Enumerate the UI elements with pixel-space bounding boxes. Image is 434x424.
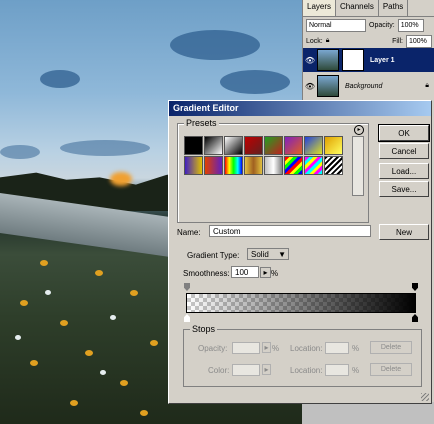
new-button[interactable]: New	[379, 224, 429, 240]
delete-opacity-stop-button[interactable]: Delete	[370, 341, 412, 354]
presets-scrollbar[interactable]	[352, 136, 364, 196]
name-label: Name:	[177, 228, 201, 237]
gradient-preview-bar[interactable]	[186, 293, 416, 313]
load-button[interactable]: Load...	[379, 163, 429, 179]
layer-name: Layer 1	[370, 56, 395, 64]
opacity-label: Opacity:	[369, 21, 395, 29]
tab-layers[interactable]: Layers	[303, 0, 337, 16]
lock-icon[interactable]: 🔒︎	[326, 37, 330, 45]
preset-swatch[interactable]	[224, 156, 243, 175]
smoothness-unit: %	[271, 269, 279, 278]
stop-opacity-arrow-icon[interactable]: ▸	[262, 342, 271, 353]
color-stop-left[interactable]	[184, 314, 190, 322]
stop-color-label: Color:	[208, 366, 230, 375]
preset-swatch[interactable]	[204, 156, 223, 175]
preset-swatch[interactable]	[244, 136, 263, 155]
fill-label: Fill:	[392, 37, 403, 45]
stop-opacity-label: Opacity:	[198, 344, 228, 353]
preset-swatch[interactable]	[184, 136, 203, 155]
layer-thumbnail	[317, 75, 339, 97]
gradient-editor-dialog: Gradient Editor Presets ▸ OK Cancel Load…	[168, 100, 432, 404]
fill-input[interactable]: 100%	[406, 34, 432, 48]
preset-swatch[interactable]	[304, 136, 323, 155]
layer-name: Background	[345, 82, 383, 90]
presets-group: Presets ▸	[177, 118, 369, 223]
layer-mask-thumbnail	[342, 49, 364, 71]
tab-channels[interactable]: Channels	[336, 0, 379, 16]
opacity-input[interactable]: 100%	[397, 18, 424, 32]
lock-label: Lock:	[306, 37, 323, 45]
color-location-input[interactable]	[325, 364, 349, 376]
opacity-location-input[interactable]	[325, 342, 349, 354]
layer-row-background[interactable]: 👁︎ Background 🔒︎	[303, 74, 434, 98]
preset-swatch[interactable]	[244, 156, 263, 175]
presets-label: Presets	[184, 118, 219, 128]
dialog-title: Gradient Editor	[169, 101, 431, 116]
preset-swatch[interactable]	[264, 136, 283, 155]
layer-row-layer1[interactable]: 👁︎ Layer 1	[303, 48, 434, 72]
preset-swatch[interactable]	[284, 156, 303, 175]
preset-swatch[interactable]	[224, 136, 243, 155]
presets-grid	[184, 136, 350, 220]
stop-color-swatch[interactable]	[232, 364, 260, 376]
workspace-background	[302, 402, 434, 424]
chevron-down-icon: ▼	[278, 250, 286, 259]
smoothness-arrow-icon[interactable]: ▸	[260, 267, 271, 278]
stop-opacity-unit: %	[272, 344, 280, 353]
visibility-eye-icon[interactable]: 👁︎	[303, 82, 317, 91]
opacity-stop-left[interactable]	[184, 283, 190, 291]
opacity-stop-right[interactable]	[412, 283, 418, 291]
preset-swatch[interactable]	[304, 156, 323, 175]
preset-swatch[interactable]	[324, 136, 343, 155]
stops-group: Stops Opacity: ▸ % Location: % Delete Co…	[183, 324, 422, 387]
tab-paths[interactable]: Paths	[378, 0, 409, 16]
cancel-button[interactable]: Cancel	[379, 143, 429, 159]
save-button[interactable]: Save...	[379, 181, 429, 197]
preset-swatch[interactable]	[204, 136, 223, 155]
stops-label: Stops	[190, 324, 218, 334]
panel-tabs: Layers Channels Paths	[303, 0, 434, 17]
color-location-label: Location:	[290, 366, 323, 375]
opacity-location-unit: %	[352, 344, 360, 353]
ok-button[interactable]: OK	[378, 124, 430, 142]
layer-thumbnail	[317, 49, 339, 71]
gradient-type-select[interactable]: Solid ▼	[247, 248, 289, 260]
preset-swatch[interactable]	[324, 156, 343, 175]
delete-color-stop-button[interactable]: Delete	[370, 363, 412, 376]
visibility-eye-icon[interactable]: 👁︎	[303, 56, 317, 65]
color-location-unit: %	[352, 366, 360, 375]
stop-color-arrow-icon[interactable]: ▸	[262, 364, 271, 375]
presets-menu-icon[interactable]: ▸	[354, 125, 364, 135]
stop-opacity-input[interactable]	[232, 342, 260, 354]
preset-swatch[interactable]	[284, 136, 303, 155]
gradient-type-label: Gradient Type:	[187, 251, 240, 260]
color-stop-right[interactable]	[412, 314, 418, 322]
smoothness-label: Smoothness:	[183, 269, 230, 278]
preset-swatch[interactable]	[264, 156, 283, 175]
opacity-location-label: Location:	[290, 344, 323, 353]
gradient-name-input[interactable]: Custom	[209, 225, 371, 237]
gradient-type-value: Solid	[251, 250, 269, 259]
layers-panel: Layers Channels Paths Normal Opacity: 10…	[302, 0, 434, 100]
lock-icon: 🔒︎	[425, 82, 429, 89]
smoothness-input[interactable]: 100	[231, 266, 259, 278]
resize-grip-icon[interactable]	[421, 393, 429, 401]
preset-swatch[interactable]	[184, 156, 203, 175]
blend-mode-select[interactable]: Normal	[306, 18, 366, 32]
